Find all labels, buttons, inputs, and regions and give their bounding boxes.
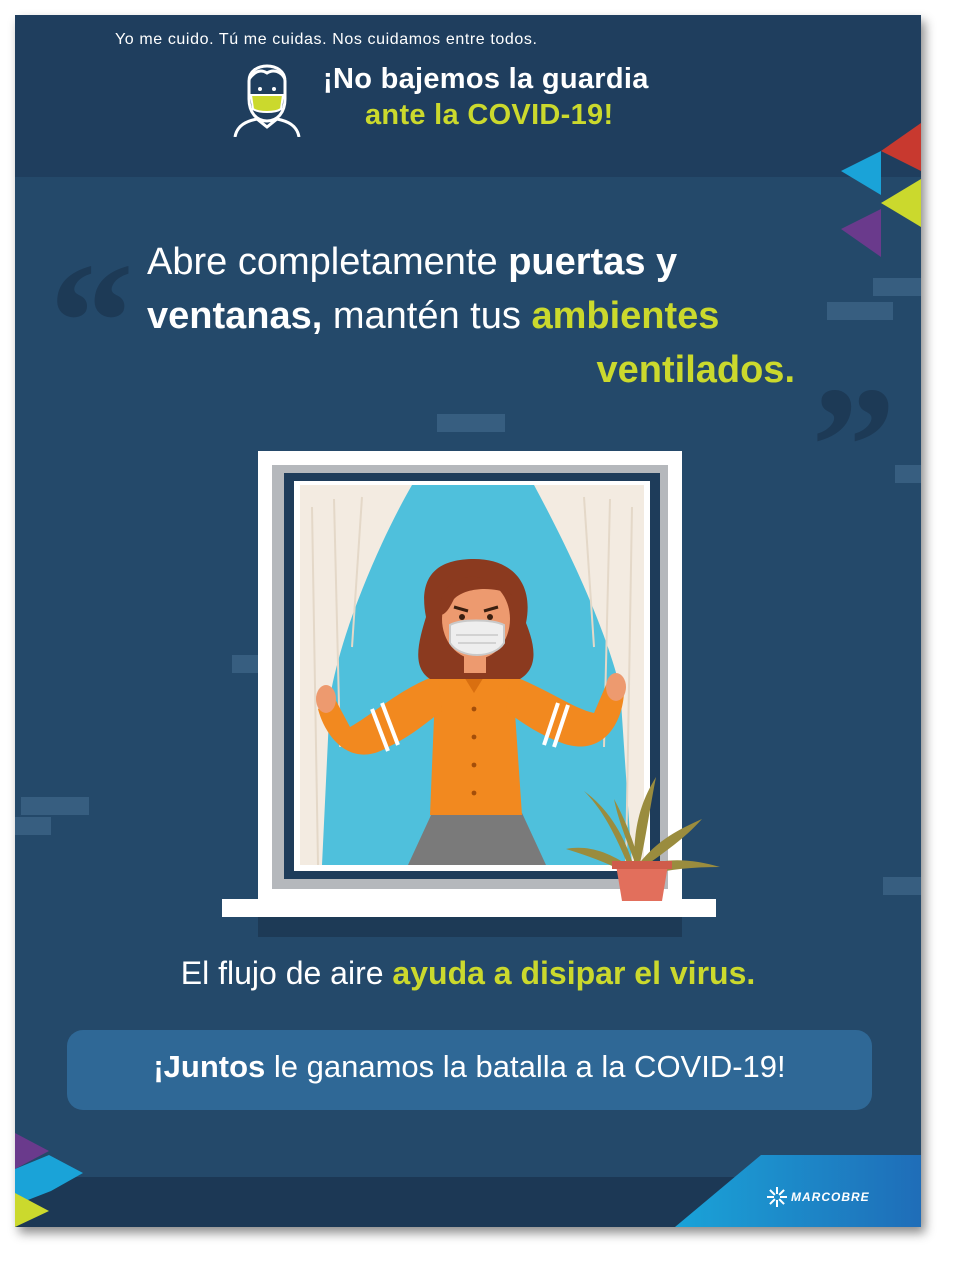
footer-tagline: Yo me cuido. Tú me cuidas. Nos cuidamos … [115, 31, 538, 48]
together-banner-text: ¡Juntos le ganamos la batalla a la COVID… [67, 1049, 872, 1085]
marcobre-logo-icon [767, 1187, 787, 1207]
message-part1: Abre completamente [147, 241, 509, 283]
quote-close-icon: ” [811, 352, 896, 540]
message-bold-1: puertas y [508, 241, 678, 283]
airflow-message: El flujo de aire ayuda a disipar el viru… [15, 955, 921, 992]
window-illustration [222, 451, 720, 937]
together-banner: ¡Juntos le ganamos la batalla a la COVID… [67, 1030, 872, 1110]
wall-brick [873, 278, 921, 296]
wall-brick [883, 877, 921, 895]
banner-rest: le ganamos la batalla a la COVID-19! [265, 1049, 786, 1084]
wall-brick [15, 817, 51, 835]
corner-triangles-top [841, 123, 921, 257]
quote-open-icon: “ [49, 228, 134, 416]
header-title-line1: ¡No bajemos la guardia [323, 63, 649, 95]
wall-brick [827, 302, 893, 320]
masked-person-icon [233, 64, 301, 137]
wall-brick [895, 465, 921, 483]
banner-bold: ¡Juntos [153, 1049, 266, 1084]
message-part4: mantén tus [322, 295, 532, 337]
header-title-line2: ante la COVID-19! [365, 99, 614, 131]
airflow-highlight: ayuda a disipar el virus. [392, 955, 756, 991]
message-green-1: ambientes [531, 295, 720, 337]
airflow-text: El flujo de aire [180, 955, 393, 991]
wall-brick [21, 797, 89, 815]
poster: ¡No bajemos la guardia ante la COVID-19!… [15, 15, 921, 1227]
message-green-2: ventilados. [596, 349, 796, 391]
main-message: Abre completamente puertas y ventanas, m… [147, 235, 807, 397]
corner-triangles-bottom [15, 1133, 83, 1227]
brand-name: MARCOBRE [791, 1190, 870, 1204]
wall-brick [437, 414, 505, 432]
message-bold-2: ventanas, [147, 295, 323, 337]
